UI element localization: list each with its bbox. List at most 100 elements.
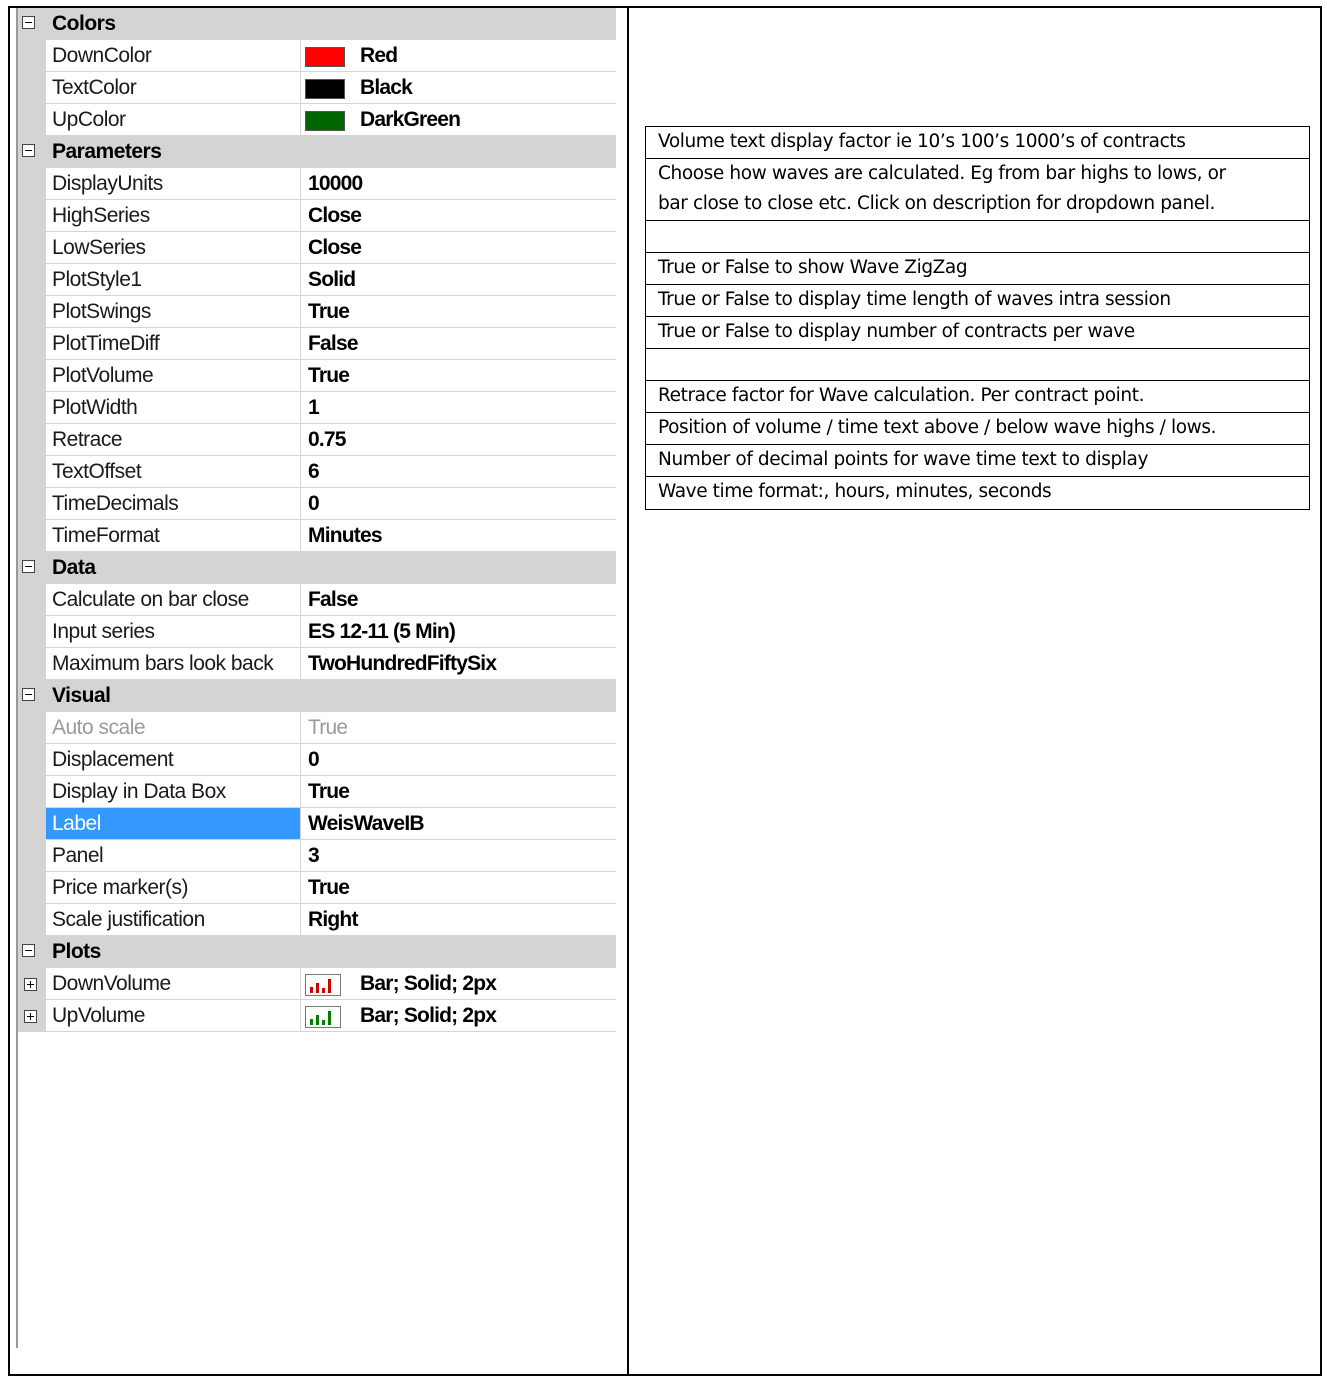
row-gutter <box>18 584 46 616</box>
description-cell <box>646 349 1309 381</box>
category-colors[interactable]: Colors <box>18 8 616 40</box>
column-separator <box>300 104 301 136</box>
property-value[interactable]: True <box>308 296 350 328</box>
row-gutter <box>18 616 46 648</box>
property-row[interactable]: Scale justification Right <box>18 904 616 936</box>
property-value[interactable]: ES 12-11 (5 Min) <box>308 616 456 648</box>
property-value[interactable]: Close <box>308 232 362 264</box>
property-value[interactable]: Solid <box>308 264 356 296</box>
column-separator <box>300 456 301 488</box>
property-row[interactable]: Display in Data Box True <box>18 776 616 808</box>
category-label: Data <box>52 556 96 579</box>
property-row[interactable]: UpVolume Bar; Solid; 2px <box>18 1000 616 1032</box>
property-row[interactable]: DownVolume Bar; Solid; 2px <box>18 968 616 1000</box>
collapse-icon[interactable] <box>22 16 35 29</box>
description-cell: True or False to display number of contr… <box>646 317 1309 349</box>
category-parameters[interactable]: Parameters <box>18 136 616 168</box>
collapse-icon[interactable] <box>22 944 35 957</box>
property-name: PlotTimeDiff <box>52 332 160 355</box>
row-gutter <box>18 904 46 936</box>
property-row[interactable]: Price marker(s) True <box>18 872 616 904</box>
property-value[interactable]: WeisWaveIB <box>308 808 425 840</box>
property-value[interactable]: True <box>308 872 350 904</box>
collapse-icon[interactable] <box>22 560 35 573</box>
category-label: Visual <box>52 684 111 707</box>
property-row[interactable]: DisplayUnits 10000 <box>18 168 616 200</box>
row-gutter <box>18 488 46 520</box>
property-name: Label <box>52 812 101 835</box>
description-cell: True or False to display time length of … <box>646 285 1309 317</box>
property-value[interactable]: Right <box>308 904 358 936</box>
property-row[interactable]: Label WeisWaveIB <box>18 808 616 840</box>
property-row[interactable]: TextOffset 6 <box>18 456 616 488</box>
column-separator <box>300 520 301 552</box>
property-row[interactable]: UpColor DarkGreen <box>18 104 616 136</box>
property-value[interactable]: Bar; Solid; 2px <box>360 1000 497 1032</box>
property-value[interactable]: True <box>308 360 350 392</box>
row-gutter <box>18 168 46 200</box>
property-row[interactable]: Panel 3 <box>18 840 616 872</box>
property-row[interactable]: PlotStyle1 Solid <box>18 264 616 296</box>
expand-icon[interactable] <box>24 978 37 991</box>
property-value[interactable]: Red <box>360 40 398 72</box>
property-grid[interactable]: Colors DownColor Red TextColor Black UpColor D… <box>18 8 616 1348</box>
property-name: Maximum bars look back <box>52 652 274 675</box>
expand-icon[interactable] <box>24 1010 37 1023</box>
property-name: HighSeries <box>52 204 150 227</box>
bar-plot-icon <box>305 1006 341 1028</box>
property-value[interactable]: True <box>308 712 348 744</box>
row-gutter <box>18 232 46 264</box>
property-row[interactable]: Maximum bars look back TwoHundredFiftySix <box>18 648 616 680</box>
property-value[interactable]: 6 <box>308 456 320 488</box>
property-value[interactable]: Bar; Solid; 2px <box>360 968 497 1000</box>
collapse-icon[interactable] <box>22 144 35 157</box>
row-gutter <box>18 712 46 744</box>
category-visual[interactable]: Visual <box>18 680 616 712</box>
property-value[interactable]: 0 <box>308 744 320 776</box>
description-cell: Position of volume / time text above / b… <box>646 413 1309 445</box>
property-row[interactable]: PlotVolume True <box>18 360 616 392</box>
property-value[interactable]: 0.75 <box>308 424 346 456</box>
property-value[interactable]: Minutes <box>308 520 383 552</box>
column-separator <box>300 904 301 936</box>
category-plots[interactable]: Plots <box>18 936 616 968</box>
property-value[interactable]: DarkGreen <box>360 104 461 136</box>
property-value[interactable]: TwoHundredFiftySix <box>308 648 497 680</box>
property-value[interactable]: 1 <box>308 392 320 424</box>
row-gutter <box>18 744 46 776</box>
column-separator <box>300 392 301 424</box>
property-value[interactable]: 10000 <box>308 168 363 200</box>
property-row[interactable]: TimeDecimals 0 <box>18 488 616 520</box>
column-separator <box>300 584 301 616</box>
property-value[interactable]: Black <box>360 72 413 104</box>
property-name: Auto scale <box>52 716 146 739</box>
property-row[interactable]: TimeFormat Minutes <box>18 520 616 552</box>
property-row[interactable]: HighSeries Close <box>18 200 616 232</box>
property-value[interactable]: 3 <box>308 840 320 872</box>
property-name: Input series <box>52 620 155 643</box>
property-row[interactable]: LowSeries Close <box>18 232 616 264</box>
property-name: DownColor <box>52 44 152 67</box>
property-name: Panel <box>52 844 104 867</box>
collapse-icon[interactable] <box>22 688 35 701</box>
property-name: TextColor <box>52 76 137 99</box>
property-name: DownVolume <box>52 972 171 995</box>
property-row[interactable]: Retrace 0.75 <box>18 424 616 456</box>
property-row[interactable]: Auto scale True <box>18 712 616 744</box>
property-row[interactable]: Displacement 0 <box>18 744 616 776</box>
property-row[interactable]: PlotWidth 1 <box>18 392 616 424</box>
property-row[interactable]: TextColor Black <box>18 72 616 104</box>
property-row[interactable]: PlotTimeDiff False <box>18 328 616 360</box>
property-row[interactable]: Input series ES 12-11 (5 Min) <box>18 616 616 648</box>
bar-plot-icon <box>305 974 341 996</box>
property-row[interactable]: PlotSwings True <box>18 296 616 328</box>
property-value[interactable]: False <box>308 584 358 616</box>
property-row[interactable]: DownColor Red <box>18 40 616 72</box>
property-value[interactable]: Close <box>308 200 362 232</box>
property-value[interactable]: True <box>308 776 350 808</box>
property-row[interactable]: Calculate on bar close False <box>18 584 616 616</box>
row-gutter <box>18 456 46 488</box>
property-value[interactable]: False <box>308 328 358 360</box>
property-value[interactable]: 0 <box>308 488 320 520</box>
category-data[interactable]: Data <box>18 552 616 584</box>
